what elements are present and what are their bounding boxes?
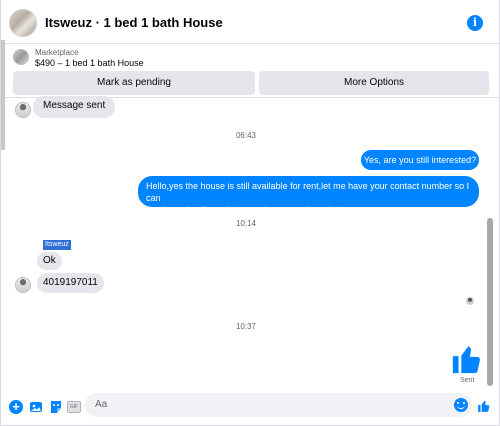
contact-avatar: [15, 277, 31, 293]
incoming-message: 4019197011: [37, 273, 104, 293]
incoming-message: Message sent: [33, 96, 116, 118]
contact-avatar: [15, 102, 31, 118]
sender-name: Itsweuz: [43, 240, 71, 250]
thumbs-up-icon[interactable]: [477, 399, 491, 413]
marketplace-banner: Marketplace $490 – 1 bed 1 bath House Ma…: [1, 44, 499, 98]
message-line: Hello,yes the house is still available f…: [146, 181, 470, 203]
timestamp: 06:43: [235, 131, 257, 140]
mark-as-pending-button[interactable]: Mark as pending: [13, 71, 255, 95]
marketplace-label: Marketplace: [35, 48, 79, 57]
emoji-icon[interactable]: [454, 398, 468, 412]
messenger-chat-window: Itsweuz · 1 bed 1 bath House i Marketpla…: [0, 0, 500, 426]
info-icon[interactable]: i: [467, 15, 483, 31]
listing-thumbnail: [13, 49, 29, 65]
chat-header: Itsweuz · 1 bed 1 bath House i: [1, 0, 499, 44]
sent-status: Sent: [460, 377, 475, 384]
message-input[interactable]: Aa: [85, 393, 472, 417]
seen-indicator-avatar: [466, 297, 474, 305]
outgoing-message: Yes, are you still interested?: [361, 150, 479, 170]
timestamp: 10:14: [235, 219, 257, 228]
message-line: send you details and the requirements ab…: [146, 205, 366, 215]
plus-icon[interactable]: +: [9, 400, 23, 414]
avatar[interactable]: [9, 9, 37, 37]
sticker-icon[interactable]: [49, 400, 63, 414]
chat-title[interactable]: Itsweuz · 1 bed 1 bath House: [45, 15, 223, 30]
message-scrollbar[interactable]: [487, 218, 493, 386]
photo-icon[interactable]: [29, 400, 43, 414]
listing-title[interactable]: $490 – 1 bed 1 bath House: [35, 58, 144, 68]
outgoing-message: Hello,yes the house is still available f…: [138, 176, 479, 215]
message-input-placeholder: Aa: [95, 399, 108, 410]
left-scrollbar[interactable]: [1, 40, 5, 150]
more-options-button[interactable]: More Options: [259, 71, 489, 95]
incoming-message: Ok: [37, 252, 62, 270]
message-composer: + GIF Aa: [1, 390, 499, 424]
gif-icon[interactable]: GIF: [67, 401, 81, 413]
timestamp: 10:37: [235, 322, 257, 331]
thumbs-up-icon: [452, 346, 480, 374]
